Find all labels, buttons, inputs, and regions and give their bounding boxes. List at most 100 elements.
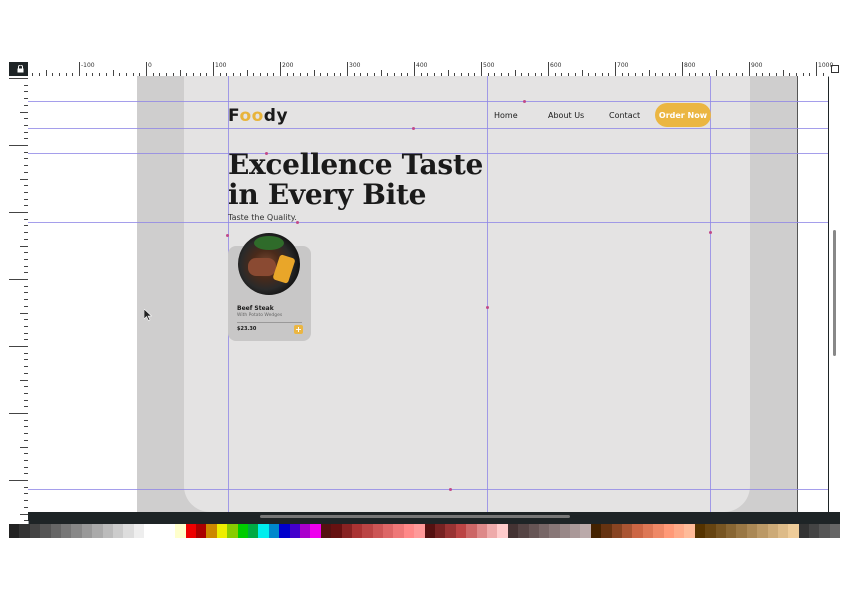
color-swatch[interactable] <box>663 524 674 538</box>
color-swatch[interactable] <box>133 524 145 538</box>
color-swatch[interactable] <box>757 524 768 538</box>
color-swatch[interactable] <box>528 524 539 538</box>
horizontal-scroll-thumb[interactable] <box>260 515 570 518</box>
color-swatch[interactable] <box>206 524 217 538</box>
color-swatch[interactable] <box>247 524 259 538</box>
color-swatch[interactable] <box>164 524 176 538</box>
color-swatch[interactable] <box>29 524 41 538</box>
color-swatch[interactable] <box>50 524 61 538</box>
anchor-point[interactable] <box>486 306 489 309</box>
color-swatch[interactable] <box>258 524 269 538</box>
color-swatch[interactable] <box>414 524 425 538</box>
color-swatch[interactable] <box>538 524 550 538</box>
design-canvas[interactable]: Foody Home About Us Contact Order Now Ex… <box>28 76 828 512</box>
color-swatch[interactable] <box>684 524 695 538</box>
color-swatch[interactable] <box>310 524 321 538</box>
order-now-button[interactable]: Order Now <box>655 103 711 127</box>
color-swatch[interactable] <box>185 524 197 538</box>
color-swatch[interactable] <box>351 524 363 538</box>
color-swatch[interactable] <box>81 524 93 538</box>
color-swatch[interactable] <box>123 524 134 538</box>
guide-horizontal[interactable] <box>28 222 828 223</box>
color-swatch[interactable] <box>736 524 747 538</box>
color-swatch[interactable] <box>715 524 726 538</box>
color-swatch[interactable] <box>746 524 758 538</box>
anchor-point[interactable] <box>226 234 229 237</box>
color-swatch[interactable] <box>393 524 404 538</box>
color-swatch[interactable] <box>829 524 840 538</box>
nav-contact[interactable]: Contact <box>609 111 640 120</box>
color-swatch[interactable] <box>809 524 820 538</box>
vertical-scroll-thumb[interactable] <box>833 230 836 356</box>
color-swatch[interactable] <box>570 524 581 538</box>
color-swatch[interactable] <box>216 524 228 538</box>
color-swatch[interactable] <box>642 524 654 538</box>
color-swatch[interactable] <box>71 524 82 538</box>
color-swatch[interactable] <box>518 524 529 538</box>
color-swatch[interactable] <box>289 524 300 538</box>
color-swatch[interactable] <box>331 524 342 538</box>
color-swatch[interactable] <box>611 524 623 538</box>
color-swatch[interactable] <box>705 524 716 538</box>
anchor-point[interactable] <box>523 100 526 103</box>
color-swatch[interactable] <box>435 524 446 538</box>
color-swatch[interactable] <box>777 524 789 538</box>
color-swatch[interactable] <box>372 524 384 538</box>
color-swatch[interactable] <box>674 524 685 538</box>
color-swatch[interactable] <box>798 524 810 538</box>
color-swatch[interactable] <box>445 524 456 538</box>
vertical-scrollbar[interactable] <box>829 76 840 512</box>
color-swatch[interactable] <box>341 524 352 538</box>
anchor-point[interactable] <box>449 488 452 491</box>
color-swatch[interactable] <box>653 524 664 538</box>
color-swatch[interactable] <box>497 524 508 538</box>
color-swatch[interactable] <box>362 524 373 538</box>
color-swatch[interactable] <box>455 524 467 538</box>
color-swatch[interactable] <box>507 524 519 538</box>
anchor-point[interactable] <box>709 231 712 234</box>
plus-icon[interactable]: + <box>294 325 303 334</box>
color-swatch[interactable] <box>60 524 72 538</box>
vertical-ruler[interactable] <box>9 76 29 524</box>
color-swatch[interactable] <box>40 524 51 538</box>
hero-headline[interactable]: Excellence Taste in Every Bite <box>228 150 483 210</box>
color-swatch[interactable] <box>227 524 238 538</box>
anchor-point[interactable] <box>412 127 415 130</box>
color-swatch[interactable] <box>403 524 415 538</box>
color-swatch[interactable] <box>9 524 20 538</box>
color-swatch[interactable] <box>237 524 248 538</box>
lock-icon[interactable] <box>17 65 24 73</box>
nav-about-us[interactable]: About Us <box>548 111 584 120</box>
guide-horizontal[interactable] <box>28 101 828 102</box>
color-swatch[interactable] <box>424 524 436 538</box>
brand-logo[interactable]: Foody <box>228 106 288 126</box>
color-swatch[interactable] <box>279 524 290 538</box>
color-swatch[interactable] <box>320 524 332 538</box>
color-swatch[interactable] <box>549 524 560 538</box>
color-swatch[interactable] <box>580 524 591 538</box>
guide-horizontal[interactable] <box>28 489 828 490</box>
color-swatch[interactable] <box>196 524 207 538</box>
color-swatch[interactable] <box>175 524 186 538</box>
color-swatch[interactable] <box>632 524 643 538</box>
color-swatch[interactable] <box>268 524 280 538</box>
color-swatch[interactable] <box>819 524 830 538</box>
color-swatch[interactable] <box>19 524 30 538</box>
color-swatch[interactable] <box>466 524 477 538</box>
color-swatch[interactable] <box>559 524 571 538</box>
color-swatch[interactable] <box>622 524 633 538</box>
nav-home[interactable]: Home <box>494 111 518 120</box>
color-swatch[interactable] <box>590 524 602 538</box>
color-palette[interactable] <box>9 524 840 538</box>
color-swatch[interactable] <box>154 524 165 538</box>
color-swatch[interactable] <box>299 524 311 538</box>
color-swatch[interactable] <box>486 524 498 538</box>
color-swatch[interactable] <box>144 524 155 538</box>
color-swatch[interactable] <box>92 524 103 538</box>
guide-vertical[interactable] <box>710 76 711 512</box>
color-swatch[interactable] <box>112 524 124 538</box>
color-swatch[interactable] <box>725 524 737 538</box>
horizontal-ruler[interactable]: -100 0 100 200 300 400 500 600 700 800 900 1000 <box>28 62 840 77</box>
color-swatch[interactable] <box>601 524 612 538</box>
hero-subtitle[interactable]: Taste the Quality. <box>228 213 297 222</box>
